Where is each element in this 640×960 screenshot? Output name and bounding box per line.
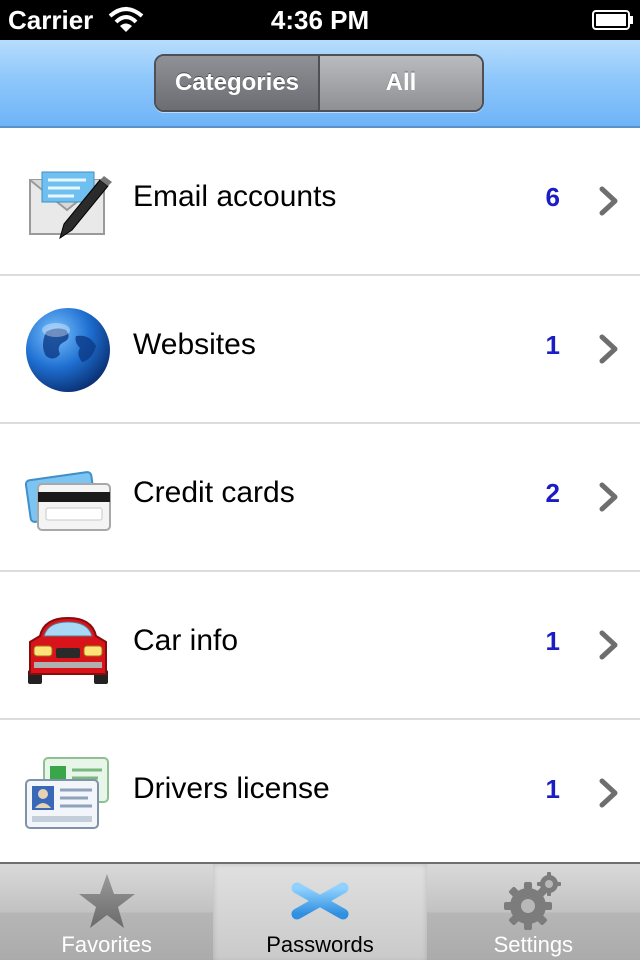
asterisk-icon: [291, 870, 349, 932]
list-item-credit-cards[interactable]: Credit cards 2: [0, 424, 640, 572]
list-item-car-info[interactable]: Car info 1: [0, 572, 640, 720]
list-item-count: 1: [545, 626, 560, 656]
gear-icon: [504, 872, 562, 930]
nav-bar: Categories All: [0, 40, 640, 128]
tab-label: Passwords: [266, 932, 374, 957]
list-item-drivers-license[interactable]: Drivers license 1: [0, 720, 640, 862]
list-item-label: Email accounts: [133, 180, 337, 213]
segment-categories[interactable]: Categories: [156, 56, 320, 110]
tab-label: Favorites: [61, 932, 152, 957]
status-bar: Carrier 4:36 PM: [0, 0, 640, 40]
chevron-right-icon: [599, 186, 618, 216]
segmented-control: Categories All: [154, 54, 484, 112]
chevron-right-icon: [599, 630, 618, 660]
credit-card-icon: [24, 471, 111, 531]
list-item-label: Websites: [133, 328, 256, 361]
segment-all[interactable]: All: [320, 56, 482, 110]
list-item-count: 1: [545, 330, 560, 360]
id-card-icon: [25, 757, 109, 829]
list-item-count: 1: [545, 774, 560, 804]
star-icon: [78, 874, 135, 928]
list-item-email-accounts[interactable]: Email accounts 6: [0, 128, 640, 276]
battery-icon: [592, 10, 633, 30]
clock: 4:36 PM: [270, 5, 370, 35]
chevron-right-icon: [599, 482, 618, 512]
chevron-right-icon: [599, 778, 618, 808]
category-list: Email accounts 6 Websites 1 Credit cards…: [0, 128, 640, 862]
chevron-right-icon: [599, 334, 618, 364]
globe-icon: [26, 308, 110, 392]
list-item-count: 2: [545, 478, 560, 508]
tab-label: Settings: [493, 932, 574, 957]
list-item-count: 6: [545, 182, 560, 212]
list-item-label: Car info: [133, 624, 239, 657]
tab-settings[interactable]: Settings: [427, 864, 640, 960]
list-item-websites[interactable]: Websites 1: [0, 276, 640, 424]
tab-passwords[interactable]: Passwords: [213, 864, 427, 960]
email-icon: [29, 171, 112, 240]
car-icon: [28, 616, 108, 684]
list-item-label: Credit cards: [133, 476, 295, 509]
tab-favorites[interactable]: Favorites: [0, 864, 213, 960]
list-item-label: Drivers license: [133, 772, 330, 805]
tab-bar: Favorites Passwords Settings: [0, 862, 640, 960]
